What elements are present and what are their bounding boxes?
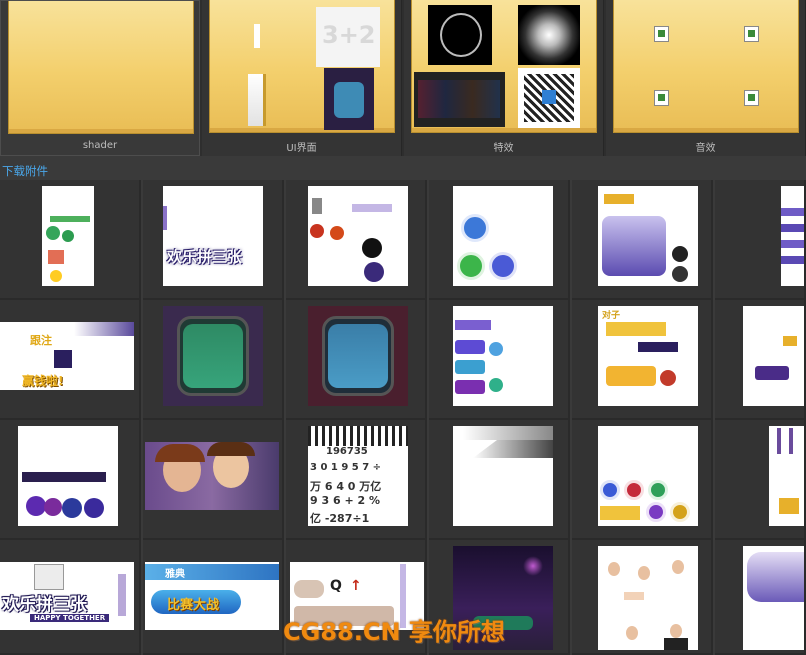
folder-icon: 3+2 — [209, 0, 395, 133]
folder-label: 音效 — [695, 143, 716, 154]
thumb-text: 比赛大战 — [167, 598, 220, 613]
thumbnail-image — [453, 426, 553, 526]
thumb-text: 赢钱啦! — [22, 374, 64, 388]
folder-icon — [411, 0, 597, 133]
thumbnail-image — [42, 186, 94, 286]
thumbnail-cell[interactable] — [715, 420, 806, 540]
thumbnail-image: 跟注 赢钱啦! — [0, 322, 134, 390]
thumbnail-image — [453, 306, 553, 406]
preview-thumb — [518, 5, 580, 65]
logo-text: 欢乐拼三张 — [167, 248, 243, 266]
folder-row: shader 3+2 UI界面 特效 音效 — [0, 0, 806, 156]
thumbnail-cell[interactable]: 雅典 比赛大战 — [143, 540, 284, 655]
thumb-text: 9 3 6 + 2 % — [310, 494, 381, 507]
thumbnail-cell[interactable] — [286, 180, 427, 300]
audio-file-icon — [654, 90, 669, 106]
thumbnail-cell[interactable] — [286, 300, 427, 420]
thumbnail-image — [163, 306, 263, 406]
thumbnail-cell[interactable] — [0, 180, 141, 300]
folder-shader[interactable]: shader — [0, 0, 200, 156]
preview-thumb — [324, 68, 374, 130]
thumbnail-cell[interactable]: 欢乐拼三张 — [143, 180, 284, 300]
thumbnail-cell[interactable] — [143, 420, 284, 540]
audio-file-icon — [744, 26, 759, 42]
thumbnail-cell[interactable]: 对子 — [572, 300, 713, 420]
thumbnail-image — [769, 426, 804, 526]
audio-file-icon — [654, 26, 669, 42]
preview-thumb — [428, 5, 492, 65]
thumb-text: 196735 — [326, 446, 368, 457]
thumbnail-cell[interactable] — [572, 420, 713, 540]
folder-label: UI界面 — [286, 143, 317, 154]
thumbnail-cell[interactable] — [715, 180, 806, 300]
preview-thumb — [414, 72, 505, 127]
thumbnail-image — [781, 186, 804, 286]
section-title-attachments[interactable]: 下载附件 — [2, 163, 48, 179]
watermark: CG88.CN 享你所想 — [283, 618, 505, 646]
folder-ui[interactable]: 3+2 UI界面 — [202, 0, 402, 156]
thumbnail-cell[interactable] — [429, 300, 570, 420]
logo-subtext: HAPPY TOGETHER — [30, 614, 110, 622]
thumbnail-image: 196735 3 0 1 9 5 7 ÷ 万 6 4 0 万亿 9 3 6 + … — [308, 426, 408, 526]
audio-file-icon — [744, 90, 759, 106]
thumbnail-cell[interactable] — [143, 300, 284, 420]
thumbnail-image: 欢乐拼三张 — [163, 186, 263, 286]
thumbnail-cell[interactable] — [429, 180, 570, 300]
thumbnail-image — [743, 306, 804, 406]
folder-icon — [8, 1, 194, 134]
thumbnail-cell[interactable] — [715, 300, 806, 420]
thumb-text: 亿 -287÷1 — [310, 512, 370, 525]
thumbnail-cell[interactable] — [572, 180, 713, 300]
thumb-text: 雅典 — [165, 569, 185, 580]
logo-text: 欢乐拼三张 — [2, 595, 87, 615]
thumbnail-cell[interactable] — [0, 420, 141, 540]
thumb-text: 跟注 — [30, 334, 52, 347]
thumb-text: 3+2 — [322, 21, 376, 49]
thumbnail-image — [453, 186, 553, 286]
folder-label: shader — [82, 140, 118, 151]
thumbnail-cell[interactable] — [429, 420, 570, 540]
folder-icon — [613, 0, 799, 133]
thumbnail-cell[interactable] — [715, 540, 806, 655]
thumbnail-image — [598, 426, 698, 526]
folder-label: 特效 — [493, 143, 514, 154]
preview-thumb — [254, 24, 260, 48]
folder-sound[interactable]: 音效 — [606, 0, 806, 156]
thumb-text: 对子 — [602, 311, 621, 321]
thumbnail-image — [145, 442, 279, 510]
thumbnail-cell[interactable]: 跟注 赢钱啦! — [0, 300, 141, 420]
preview-thumb: 3+2 — [316, 7, 380, 67]
thumb-text: 3 0 1 9 5 7 ÷ — [310, 462, 382, 473]
file-browser: shader 3+2 UI界面 特效 音效 下载附件 欢乐拼三张 跟注 赢钱啦!… — [0, 0, 806, 655]
thumbnail-image — [743, 546, 804, 650]
preview-thumb — [248, 74, 266, 126]
thumbnail-cell[interactable]: 欢乐拼三张 HAPPY TOGETHER — [0, 540, 141, 655]
thumbnail-image — [598, 546, 698, 650]
thumbnail-image: 欢乐拼三张 HAPPY TOGETHER — [0, 562, 134, 630]
folder-effects[interactable]: 特效 — [404, 0, 604, 156]
thumbnail-image — [18, 426, 118, 526]
thumbnail-image — [598, 186, 698, 286]
thumbnail-cell[interactable]: 196735 3 0 1 9 5 7 ÷ 万 6 4 0 万亿 9 3 6 + … — [286, 420, 427, 540]
preview-thumb — [518, 68, 580, 128]
thumbnail-grid: 欢乐拼三张 跟注 赢钱啦! 对子 196735 3 0 1 9 5 7 ÷ 万 … — [0, 180, 806, 655]
thumbnail-cell[interactable] — [572, 540, 713, 655]
thumbnail-image — [308, 186, 408, 286]
thumbnail-image: 对子 — [598, 306, 698, 406]
thumbnail-image — [308, 306, 408, 406]
thumb-text: 万 6 4 0 万亿 — [310, 480, 382, 493]
thumbnail-image: 雅典 比赛大战 — [145, 562, 279, 630]
